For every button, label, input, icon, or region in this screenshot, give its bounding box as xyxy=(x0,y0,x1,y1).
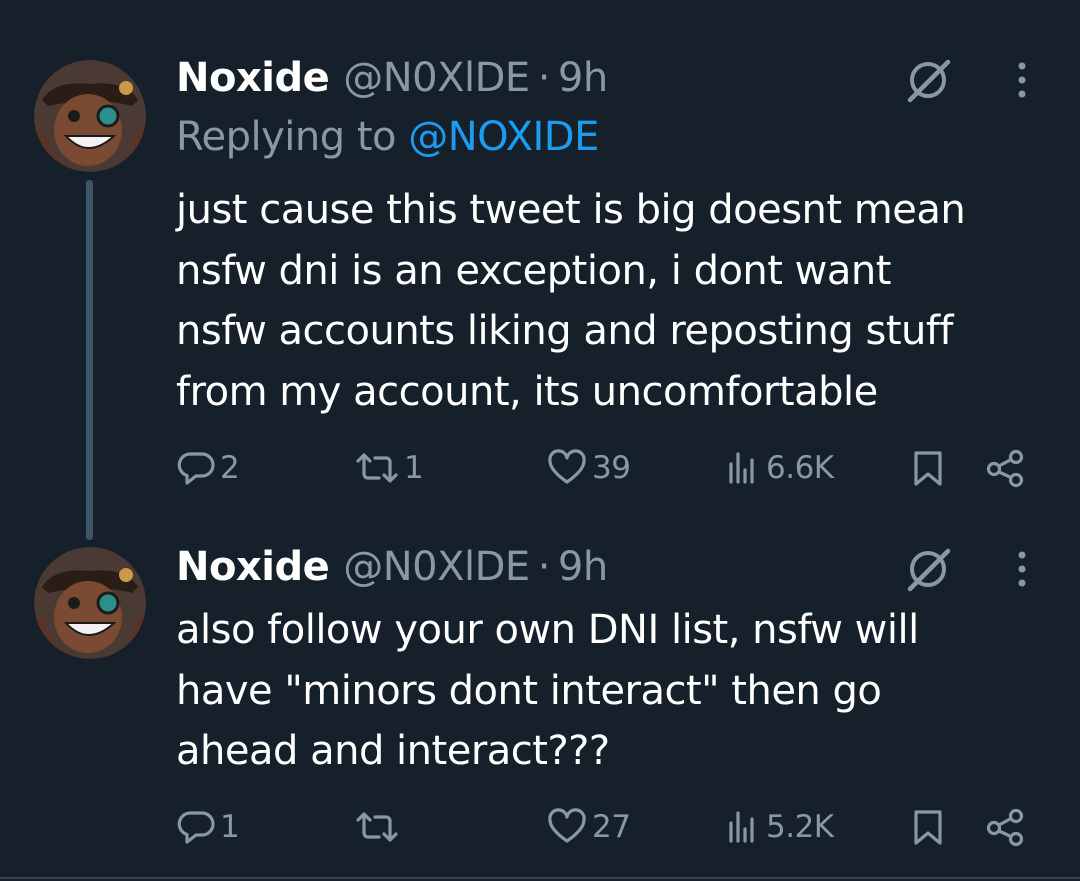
timestamp[interactable]: 9h xyxy=(558,544,608,590)
user-handle[interactable]: @N0XlDE xyxy=(343,544,530,590)
share-icon xyxy=(986,808,1024,847)
tweet-header: Noxide @N0XlDE · 9h xyxy=(176,543,608,591)
repost-button[interactable]: 1 xyxy=(354,443,424,493)
display-name[interactable]: Noxide xyxy=(176,55,330,101)
replying-to-label: Replying to xyxy=(176,114,397,160)
grok-icon[interactable] xyxy=(902,54,954,106)
tweet-text-line: nsfw dni is an exception, i dont want xyxy=(176,247,891,294)
display-name[interactable]: Noxide xyxy=(176,544,330,590)
more-icon[interactable] xyxy=(1012,60,1032,100)
views-button[interactable]: 5.2K xyxy=(722,802,834,852)
timestamp[interactable]: 9h xyxy=(558,55,608,101)
tweet-text-line: from my account, its uncomfortable xyxy=(176,368,878,415)
reply-button[interactable]: 2 xyxy=(176,443,240,493)
tweet-header: Noxide @N0XlDE · 9h xyxy=(176,54,608,102)
views-icon xyxy=(729,452,754,484)
views-count: 5.2K xyxy=(766,809,834,845)
repost-button[interactable] xyxy=(354,802,404,852)
bookmark-icon xyxy=(914,810,942,845)
tweet-text-line: nsfw accounts liking and reposting stuff xyxy=(176,308,954,354)
avatar-image xyxy=(34,60,146,172)
replying-to-handle[interactable]: @NOXIDE xyxy=(408,114,599,160)
tweet-text-line: have "minors dont interact" then go xyxy=(176,667,882,714)
repost-count: 1 xyxy=(404,450,424,486)
separator: · xyxy=(537,55,551,101)
bookmark-button[interactable] xyxy=(908,802,948,852)
tweet-text-line: also follow your own DNI list, nsfw will xyxy=(176,607,919,653)
repost-icon xyxy=(356,453,398,483)
reply-button[interactable]: 1 xyxy=(176,802,240,852)
like-count: 27 xyxy=(592,809,631,845)
replying-to: Replying to @NOXIDE xyxy=(176,114,599,160)
like-button[interactable]: 27 xyxy=(546,802,631,852)
more-icon[interactable] xyxy=(1012,549,1032,589)
action-bar: 1 27 5.2K xyxy=(0,802,1080,852)
reply-icon xyxy=(177,452,215,485)
views-icon xyxy=(729,811,754,843)
tweet-text: also follow your own DNI list, nsfw will… xyxy=(176,600,1056,782)
separator: · xyxy=(537,544,551,590)
like-count: 39 xyxy=(592,450,631,486)
reply-icon xyxy=(177,811,215,844)
tweet-text: just cause this tweet is big doesnt mean… xyxy=(176,180,1056,422)
action-bar: 2 1 39 6.6K xyxy=(0,443,1080,493)
share-button[interactable] xyxy=(985,443,1027,493)
avatar[interactable] xyxy=(34,547,146,659)
heart-icon xyxy=(548,449,586,484)
share-button[interactable] xyxy=(985,802,1027,852)
repost-icon xyxy=(356,812,398,842)
avatar[interactable] xyxy=(34,60,146,172)
reply-count: 1 xyxy=(220,809,240,845)
grok-icon[interactable] xyxy=(902,543,954,595)
tweet[interactable]: Noxide @N0XlDE · 9h Replying to @NOXIDE … xyxy=(0,0,1080,540)
heart-icon xyxy=(548,808,586,843)
views-button[interactable]: 6.6K xyxy=(722,443,834,493)
bookmark-icon xyxy=(914,451,942,486)
like-button[interactable]: 39 xyxy=(546,443,631,493)
bookmark-button[interactable] xyxy=(908,443,948,493)
tweet-text-line: just cause this tweet is big doesnt mean xyxy=(176,187,966,233)
user-handle[interactable]: @N0XlDE xyxy=(343,55,530,101)
reply-count: 2 xyxy=(220,450,240,486)
views-count: 6.6K xyxy=(766,450,834,486)
divider xyxy=(0,877,1080,879)
share-icon xyxy=(986,449,1024,488)
tweet-text-line: ahead and interact??? xyxy=(176,728,610,774)
avatar-image xyxy=(34,547,146,659)
